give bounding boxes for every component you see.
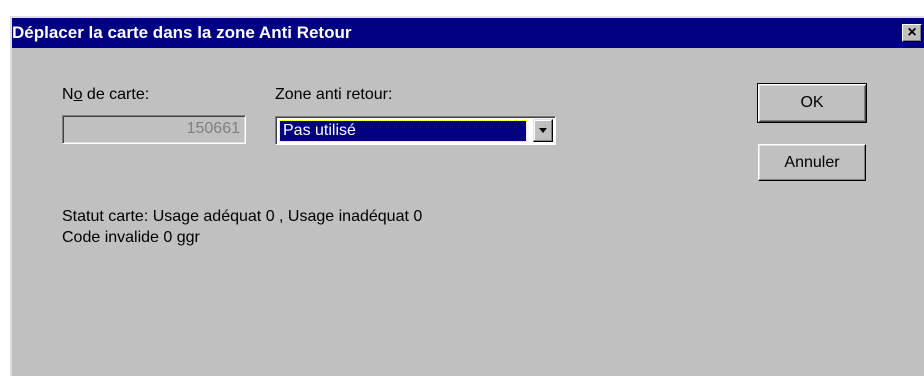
close-icon: × [907,24,917,41]
status-line-invalid: Code invalide 0 ggr [62,229,200,246]
zone-label: Zone anti retour: [275,86,393,103]
card-number-field[interactable]: 150661 [62,115,246,144]
zone-selected-value: Pas utilisé [279,120,527,142]
title-bar[interactable]: Déplacer la carte dans la zone Anti Reto… [12,18,924,48]
status-line-usage: Statut carte: Usage adéquat 0 , Usage in… [62,208,423,225]
chevron-down-icon[interactable] [533,119,553,142]
close-button[interactable]: × [902,24,922,42]
card-status: Statut carte: Usage adéquat 0 , Usage in… [62,206,422,248]
dialog-window: Déplacer la carte dans la zone Anti Reto… [10,16,924,376]
card-number-label: No de carte: [62,86,149,104]
zone-select[interactable]: Pas utilisé [275,116,556,145]
cancel-button[interactable]: Annuler [758,144,866,181]
ok-button[interactable]: OK [757,83,867,123]
card-number-label-suffix: de carte: [82,86,150,103]
window-title: Déplacer la carte dans la zone Anti Reto… [12,23,352,42]
card-number-label-prefix: N [62,86,74,103]
